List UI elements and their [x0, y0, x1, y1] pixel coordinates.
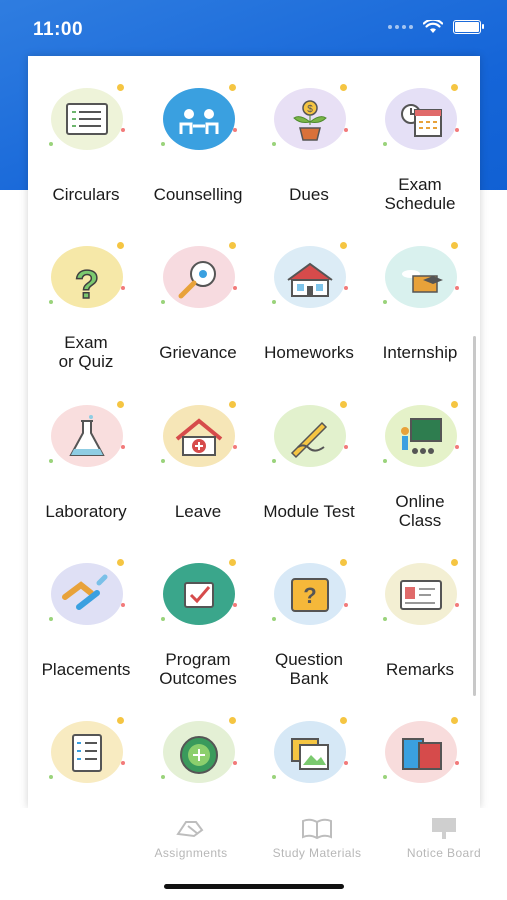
- menu-item[interactable]: Exam Schedule: [364, 56, 476, 214]
- tab-label: Study Materials: [272, 846, 362, 860]
- counselling-icon: [159, 84, 237, 154]
- menu-item-label: Program Outcomes: [159, 650, 237, 688]
- tab-notice-board[interactable]: Notice Board: [396, 816, 492, 860]
- exam-schedule-icon: [381, 84, 459, 154]
- internship-icon: [381, 242, 459, 312]
- status-bar: 11:00: [0, 0, 507, 56]
- menu-item-label: Question Bank: [274, 650, 344, 688]
- status-icons: [388, 20, 484, 34]
- menu-item[interactable]: [364, 689, 476, 808]
- menu-item-label: Internship: [382, 342, 458, 362]
- circulars-icon: [47, 84, 125, 154]
- books-icon: [381, 717, 459, 787]
- leave-icon: [159, 401, 237, 471]
- add-circle-icon: [159, 717, 237, 787]
- homeworks-icon: [270, 242, 348, 312]
- menu-item[interactable]: ? Exam or Quiz: [30, 214, 142, 372]
- menu-item[interactable]: Placements: [30, 531, 142, 689]
- signal-icon: [388, 25, 413, 29]
- menu-item-label: Remarks: [385, 659, 454, 679]
- tab-label: Notice Board: [406, 846, 482, 860]
- online-class-icon: [381, 401, 459, 471]
- menu-item-label: Exam or Quiz: [58, 333, 114, 371]
- menu-item[interactable]: Laboratory: [30, 373, 142, 531]
- menu-item-label: Counselling: [153, 184, 243, 204]
- module-test-icon: [270, 401, 348, 471]
- menu-item-label: Module Test: [263, 501, 355, 521]
- menu-item[interactable]: ? Question Bank: [253, 531, 365, 689]
- menu-item[interactable]: [30, 689, 142, 808]
- placements-icon: [47, 559, 125, 629]
- menu-item[interactable]: Internship: [364, 214, 476, 372]
- menu-item-label: Dues: [289, 184, 329, 204]
- menu-item[interactable]: Circulars: [30, 56, 142, 214]
- photos-icon: [270, 717, 348, 787]
- menu-item[interactable]: Homeworks: [253, 214, 365, 372]
- tab-label: Assignments: [154, 846, 228, 860]
- battery-icon: [453, 20, 484, 34]
- checklist-icon: [47, 717, 125, 787]
- menu-item-label: Laboratory: [45, 501, 127, 521]
- menu-item[interactable]: Module Test: [253, 373, 365, 531]
- menu-item[interactable]: Grievance: [142, 214, 254, 372]
- svg-text:?: ?: [303, 583, 316, 608]
- grievance-icon: [159, 242, 237, 312]
- svg-text:$: $: [307, 104, 313, 115]
- tab-assignments[interactable]: Assignments: [142, 816, 240, 860]
- svg-text:?: ?: [75, 263, 99, 306]
- laboratory-icon: [47, 401, 125, 471]
- menu-item-label: Homeworks: [264, 342, 354, 362]
- remarks-icon: [381, 559, 459, 629]
- menu-item[interactable]: Leave: [142, 373, 254, 531]
- wifi-icon: [423, 20, 443, 33]
- study-materials-icon: [302, 818, 332, 840]
- menu-item-label: Exam Schedule: [384, 175, 456, 213]
- menu-item[interactable]: Remarks: [364, 531, 476, 689]
- program-outcomes-icon: [159, 559, 237, 629]
- menu-item-label: Circulars: [52, 184, 120, 204]
- menu-item-label: Online Class: [395, 492, 445, 530]
- scrollbar[interactable]: [473, 336, 476, 696]
- dues-icon: $: [270, 84, 348, 154]
- menu-item[interactable]: [142, 689, 254, 808]
- menu-item[interactable]: $ Dues: [253, 56, 365, 214]
- home-indicator: [164, 884, 344, 889]
- menu-item[interactable]: [253, 689, 365, 808]
- question-bank-icon: ?: [270, 559, 348, 629]
- menu-item-label: Grievance: [159, 342, 237, 362]
- assignments-icon: [176, 821, 204, 838]
- menu-item[interactable]: Program Outcomes: [142, 531, 254, 689]
- menu-item[interactable]: Online Class: [364, 373, 476, 531]
- menu-card: Circulars Counselling $ Dues Exam Schedule? E…: [28, 56, 480, 808]
- question-icon: ?: [47, 242, 125, 312]
- tab-study-materials[interactable]: Study Materials: [262, 816, 372, 860]
- notice-board-icon: [432, 818, 456, 839]
- menu-item-label: Leave: [174, 501, 222, 521]
- menu-item[interactable]: Counselling: [142, 56, 254, 214]
- menu-item-label: Placements: [41, 659, 131, 679]
- status-time: 11:00: [33, 19, 84, 40]
